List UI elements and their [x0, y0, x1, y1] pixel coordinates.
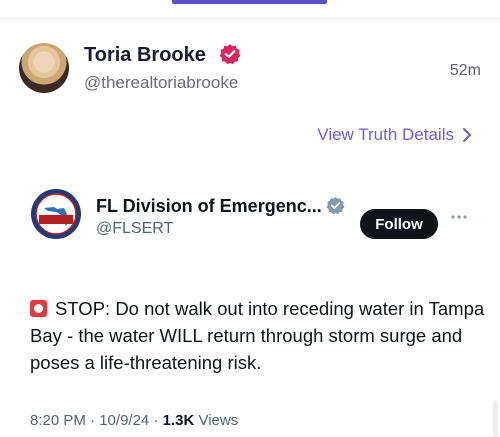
- verified-badge-icon: [219, 44, 241, 65]
- tweet-date[interactable]: 10/9/24: [99, 412, 149, 429]
- org-account-handle[interactable]: @FLSERT: [96, 220, 173, 238]
- siren-icon: [30, 300, 47, 317]
- org-account-name[interactable]: FL Division of Emergenc...: [96, 196, 322, 217]
- tweet-body: STOP: Do not walk out into receding wate…: [30, 298, 485, 373]
- view-truth-details-label: View Truth Details: [317, 125, 454, 144]
- chevron-right-icon: [463, 128, 471, 142]
- follow-button[interactable]: Follow: [360, 209, 438, 239]
- scrollbar[interactable]: [493, 400, 498, 437]
- view-truth-details-link[interactable]: View Truth Details: [317, 125, 472, 145]
- views-label: Views: [198, 412, 239, 429]
- active-tab-indicator: [172, 0, 327, 4]
- author-handle[interactable]: @therealtoriabrooke: [84, 73, 238, 93]
- tweet-time[interactable]: 8:20 PM: [30, 412, 86, 429]
- verified-badge-icon: [326, 196, 345, 215]
- embedded-tweet[interactable]: FL Division of Emergenc... @FLSERT Follo…: [0, 169, 500, 437]
- author-name[interactable]: Toria Brooke: [84, 44, 206, 67]
- post-timestamp: 52m: [449, 62, 481, 79]
- avatar[interactable]: [19, 43, 69, 93]
- tweet-text: STOP: Do not walk out into receding wate…: [30, 295, 485, 376]
- fdem-logo[interactable]: [30, 188, 82, 240]
- tweet-meta: 8:20 PM · 10/9/24 · 1.3K Views: [30, 412, 239, 429]
- view-count: 1.3K: [162, 412, 195, 429]
- more-options-icon[interactable]: [450, 214, 468, 220]
- truth-post: Toria Brooke @therealtoriabrooke 52m Vie…: [0, 19, 500, 437]
